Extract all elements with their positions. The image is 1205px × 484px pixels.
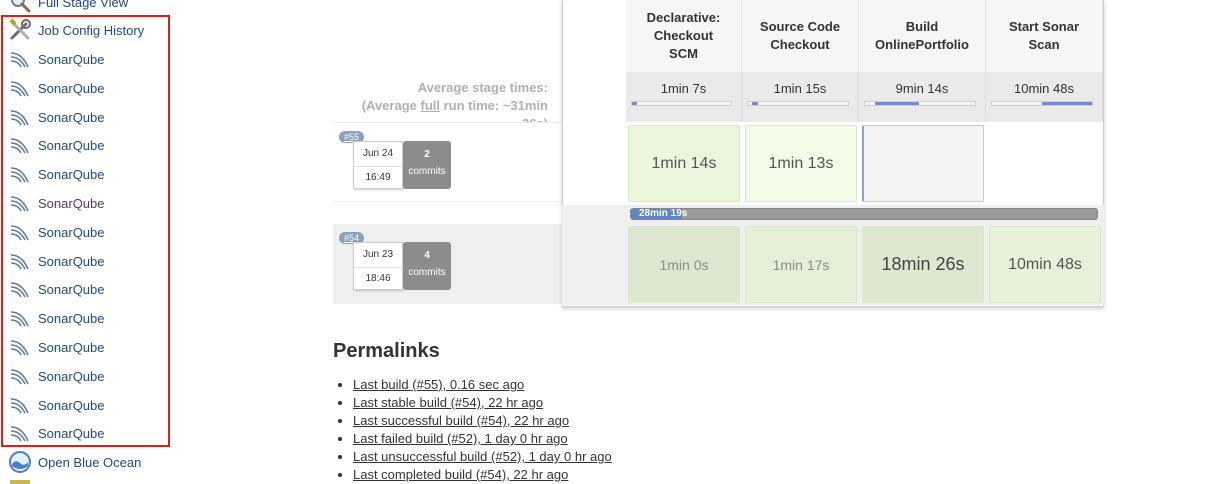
stage-avg-build-onlineportfolio: 9min 14s [859, 72, 986, 122]
list-item: Last build (#55), 0.16 sec ago [353, 376, 612, 394]
sidebar: Full Stage View Job Config History Sonar… [0, 0, 175, 484]
list-item: Last successful build (#54), 22 hr ago [353, 412, 612, 430]
sidebar-item-open-blue-ocean[interactable]: Open Blue Ocean [8, 450, 141, 474]
stage-cell[interactable]: 18min 26s [862, 226, 984, 303]
list-item: Last stable build (#54), 22 hr ago [353, 394, 612, 412]
stage-header-build-onlineportfolio: Build OnlinePortfolio [859, 0, 986, 72]
list-item: Last unsuccessful build (#52), 1 day 0 h… [353, 448, 612, 466]
stage-avg-start-sonar-scan: 10min 48s [986, 72, 1103, 122]
avg-bar-fill [1042, 102, 1092, 105]
list-item: Last failed build (#52), 1 day 0 hr ago [353, 430, 612, 448]
magnifier-icon [11, 0, 31, 13]
stage-cell[interactable]: 1min 13s [745, 125, 857, 202]
blue-ocean-icon [9, 451, 31, 473]
stage-header-source-code-checkout: Source Code Checkout [742, 0, 859, 72]
permalinks-heading: Permalinks [333, 340, 440, 362]
sidebar-item-label: Open Blue Ocean [38, 454, 142, 470]
stage-cell[interactable]: 1min 14s [628, 125, 740, 202]
stage-cell[interactable]: 1min 0s [628, 226, 740, 303]
permalink[interactable]: Last unsuccessful build (#52), 1 day 0 h… [353, 449, 612, 464]
list-item: Last completed build (#54), 22 hr ago [353, 466, 612, 484]
build-date-box: Jun 23 18:46 [353, 242, 403, 290]
stage-avg-source-code-checkout: 1min 15s [742, 72, 859, 122]
sidebar-item-full-stage-view[interactable]: Full Stage View [8, 0, 128, 14]
build-duration-label: 28min 19s [639, 208, 688, 219]
avg-bar-fill [632, 102, 637, 105]
highlight-box [1, 15, 170, 447]
build-row-54-spacer [562, 205, 626, 305]
stage-header-start-sonar-scan: Start Sonar Scan [986, 0, 1103, 72]
partial-icon [10, 480, 30, 484]
avg-bar-fill [752, 102, 758, 105]
stage-cell[interactable]: 1min 17s [745, 226, 857, 303]
avg-full-run-time: (Average full run time: ~31min [361, 98, 548, 113]
stage-cell-running[interactable] [862, 125, 984, 202]
build-duration-bar: 28min 19s [630, 208, 1098, 220]
stage-cell[interactable]: 10min 48s [989, 226, 1101, 303]
commits-button[interactable]: 2 commits [403, 141, 451, 189]
avg-stage-label: Average stage times: [417, 80, 548, 95]
full-run-link[interactable]: full [421, 98, 441, 113]
build-date-box: Jun 24 16:49 [353, 141, 403, 189]
permalink[interactable]: Last build (#55), 0.16 sec ago [353, 377, 524, 392]
commits-button[interactable]: 4 commits [403, 242, 451, 290]
permalink[interactable]: Last successful build (#54), 22 hr ago [353, 413, 569, 428]
sidebar-item-label: Full Stage View [38, 0, 129, 10]
permalink[interactable]: Last completed build (#54), 22 hr ago [353, 467, 568, 482]
permalinks-list: Last build (#55), 0.16 sec ago Last stab… [353, 376, 612, 484]
stage-header-declarative-checkout: Declarative: Checkout SCM [626, 0, 742, 72]
permalink[interactable]: Last stable build (#54), 22 hr ago [353, 395, 543, 410]
permalink[interactable]: Last failed build (#52), 1 day 0 hr ago [353, 431, 568, 446]
avg-bar-fill [875, 102, 919, 105]
stage-avg-declarative-checkout: 1min 7s [626, 72, 742, 122]
